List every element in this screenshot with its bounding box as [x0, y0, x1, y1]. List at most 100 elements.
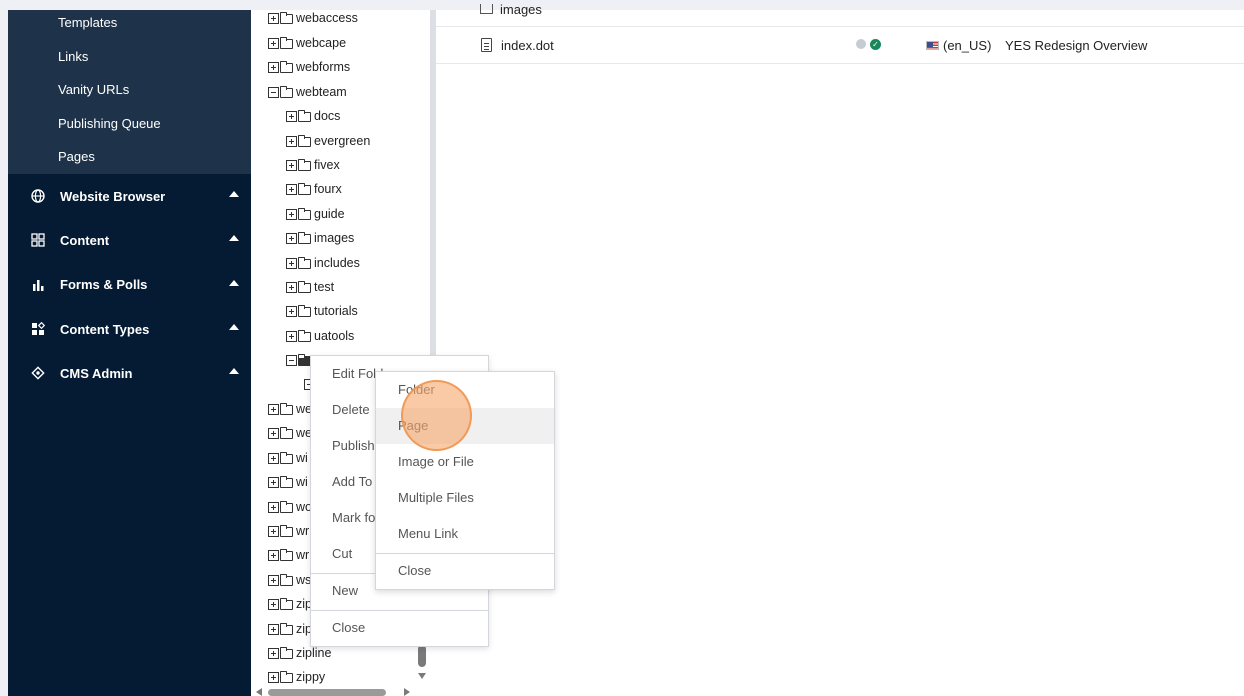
tree-scrollbar-thumb[interactable]: [418, 645, 426, 667]
submenu-item-multiple-files[interactable]: Multiple Files: [376, 480, 554, 516]
tree-node[interactable]: zip: [268, 594, 312, 614]
chevron-up-icon: [229, 368, 239, 375]
listing-row[interactable]: index.dot ✓ (en_US) YES Redesign Overvie…: [436, 27, 1244, 64]
folder-icon: [298, 304, 311, 317]
scroll-right-arrow-icon[interactable]: [404, 688, 410, 696]
tree-node[interactable]: webteam: [268, 82, 347, 102]
tree-node[interactable]: wr: [268, 521, 309, 541]
tree-node[interactable]: wi: [268, 472, 308, 492]
tree-node[interactable]: wo: [268, 497, 312, 517]
nav-content[interactable]: Content: [8, 218, 251, 262]
new-submenu: Folder Page Image or File Multiple Files…: [375, 371, 555, 590]
expand-icon[interactable]: [286, 257, 297, 269]
expand-icon[interactable]: [268, 452, 279, 464]
document-icon: [481, 38, 492, 52]
tree-node-label: evergreen: [314, 134, 371, 148]
listing-row[interactable]: images: [436, 2, 1244, 27]
tree-node-label: zippy: [296, 670, 326, 684]
expand-icon[interactable]: [268, 12, 279, 24]
expand-icon[interactable]: [286, 183, 297, 195]
tree-node[interactable]: wr: [268, 545, 309, 565]
expand-icon[interactable]: [268, 671, 279, 683]
scroll-down-arrow-icon[interactable]: [418, 673, 426, 679]
sidebar-item-templates[interactable]: Templates: [8, 12, 251, 46]
folder-icon: [280, 475, 293, 488]
language-code: (en_US): [943, 38, 992, 53]
tree-horizontal-scrollbar-thumb[interactable]: [268, 689, 386, 696]
tree-node[interactable]: webcape: [268, 33, 346, 53]
tree-node[interactable]: zippy: [268, 667, 325, 687]
folder-icon: [298, 231, 311, 244]
sidebar-item-publishing-queue[interactable]: Publishing Queue: [8, 113, 251, 147]
expand-icon[interactable]: [268, 647, 279, 659]
tree-node-label: fourx: [314, 182, 342, 196]
us-flag-icon: [926, 41, 939, 50]
nav-website-browser[interactable]: Website Browser: [8, 174, 251, 218]
submenu-item-folder[interactable]: Folder: [376, 372, 554, 408]
sidebar-item-links[interactable]: Links: [8, 46, 251, 80]
sidebar-item-vanity-urls[interactable]: Vanity URLs: [8, 79, 251, 113]
submenu-item-image-or-file[interactable]: Image or File: [376, 444, 554, 480]
expand-icon[interactable]: [286, 135, 297, 147]
tree-node[interactable]: we: [268, 423, 312, 443]
tree-node-label: docs: [314, 109, 341, 123]
tree-node[interactable]: guide: [286, 204, 345, 224]
nav-label: Forms & Polls: [60, 277, 148, 293]
expand-icon[interactable]: [268, 501, 279, 513]
menu-item-close[interactable]: Close: [311, 610, 488, 646]
scroll-left-arrow-icon[interactable]: [256, 688, 262, 696]
status-published-check-icon: ✓: [870, 39, 881, 50]
submenu-item-close[interactable]: Close: [376, 553, 554, 589]
tree-node[interactable]: webforms: [268, 57, 350, 77]
tree-node[interactable]: includes: [286, 253, 360, 273]
tree-node[interactable]: tutorials: [286, 301, 358, 321]
expand-icon[interactable]: [268, 476, 279, 488]
folder-icon: [280, 85, 293, 98]
expand-icon[interactable]: [268, 549, 279, 561]
collapse-icon[interactable]: [268, 86, 279, 98]
tree-node[interactable]: we: [268, 399, 312, 419]
tree-node[interactable]: fourx: [286, 179, 342, 199]
submenu-item-menu-link[interactable]: Menu Link: [376, 516, 554, 552]
expand-icon[interactable]: [286, 110, 297, 122]
folder-icon: [298, 329, 311, 342]
folder-icon: [280, 500, 293, 513]
expand-icon[interactable]: [286, 305, 297, 317]
nav-forms-polls[interactable]: Forms & Polls: [8, 263, 251, 307]
status-archived-icon: [856, 39, 866, 49]
folder-icon: [280, 573, 293, 586]
tree-node[interactable]: wi: [268, 448, 308, 468]
tree-node[interactable]: fivex: [286, 155, 340, 175]
nav-cms-admin[interactable]: CMS Admin: [8, 351, 251, 395]
tree-node[interactable]: zip: [268, 619, 312, 639]
expand-icon[interactable]: [268, 525, 279, 537]
expand-icon[interactable]: [268, 61, 279, 73]
tree-node[interactable]: docs: [286, 106, 340, 126]
chevron-up-icon: [229, 191, 239, 198]
expand-icon[interactable]: [268, 403, 279, 415]
tree-node[interactable]: evergreen: [286, 131, 370, 151]
tree-node[interactable]: images: [286, 228, 354, 248]
file-name-link[interactable]: index.dot: [501, 38, 554, 53]
expand-icon[interactable]: [286, 159, 297, 171]
tree-node-label: webcape: [296, 36, 347, 50]
expand-icon[interactable]: [286, 232, 297, 244]
screen: Templates Links Vanity URLs Publishing Q…: [0, 0, 1244, 696]
tree-node[interactable]: uatools: [286, 326, 354, 346]
tree-node[interactable]: test: [286, 277, 334, 297]
tree-node[interactable]: ws: [268, 570, 311, 590]
submenu-item-page[interactable]: Page: [376, 408, 554, 444]
expand-icon[interactable]: [268, 623, 279, 635]
expand-icon[interactable]: [286, 208, 297, 220]
expand-icon[interactable]: [286, 281, 297, 293]
nav-content-types[interactable]: Content Types: [8, 307, 251, 351]
expand-icon[interactable]: [268, 598, 279, 610]
folder-icon: [280, 451, 293, 464]
collapse-icon[interactable]: [286, 354, 297, 366]
expand-icon[interactable]: [268, 427, 279, 439]
expand-icon[interactable]: [268, 574, 279, 586]
expand-icon[interactable]: [286, 330, 297, 342]
tree-node[interactable]: webaccess: [268, 8, 358, 28]
expand-icon[interactable]: [268, 37, 279, 49]
chevron-up-icon: [229, 279, 239, 286]
